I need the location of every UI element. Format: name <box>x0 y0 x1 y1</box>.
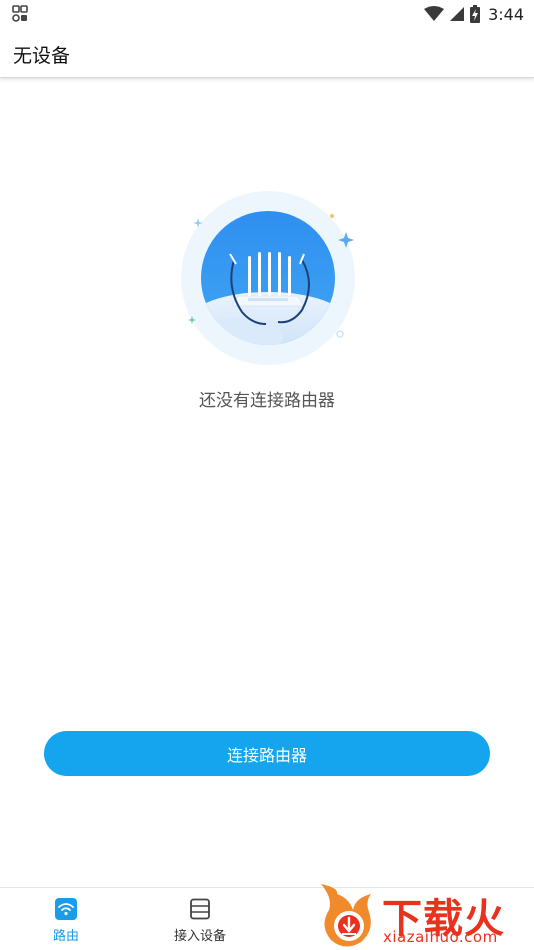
watermark-url: xiazaihuo.com <box>383 928 498 946</box>
page-title: 无设备 <box>13 45 71 67</box>
notification-app-icon <box>12 5 28 22</box>
empty-state-message: 还没有连接路由器 <box>199 391 335 411</box>
status-icons: 3:44 <box>424 3 524 25</box>
tab-route-label: 路由 <box>52 929 79 944</box>
wifi-icon <box>55 898 77 920</box>
cellular-signal-icon <box>450 7 465 21</box>
flame-logo-icon <box>321 884 371 947</box>
watermark: 下载火 xiazaihuo.com <box>315 880 534 950</box>
tab-connected-devices[interactable]: 接入设备 <box>140 898 260 944</box>
connect-router-button[interactable]: 连接路由器 <box>44 731 490 776</box>
tab-route[interactable]: 路由 <box>6 898 126 944</box>
status-bar: 3:44 <box>0 0 534 28</box>
router-illustration-icon <box>181 191 355 365</box>
device-list-icon <box>190 898 210 920</box>
tab-connected-devices-label: 接入设备 <box>173 929 226 944</box>
status-time: 3:44 <box>488 4 524 24</box>
wifi-icon <box>424 6 445 21</box>
battery-charging-icon <box>470 5 481 23</box>
app-bar: 无设备 <box>0 28 534 78</box>
